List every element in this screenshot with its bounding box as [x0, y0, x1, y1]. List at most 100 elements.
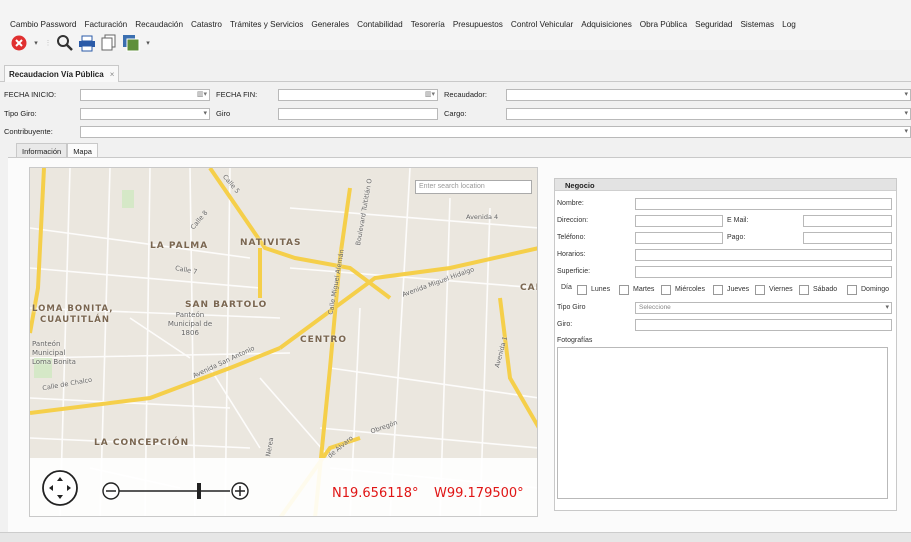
save-dropdown-caret[interactable]: ▾ [144, 39, 152, 47]
email-label: E Mail: [727, 217, 749, 224]
day-label-miercoles: Miércoles [675, 286, 705, 293]
contribuyente-select[interactable] [80, 126, 911, 138]
telefono-field[interactable] [635, 232, 723, 244]
checkbox-sabado[interactable] [799, 285, 809, 295]
pago-label: Pago: [727, 234, 746, 241]
fotografias-label: Fotografías [557, 337, 593, 344]
nombre-label: Nombre: [557, 200, 584, 207]
map-label-la-concepcion: LA CONCEPCIÓN [94, 438, 190, 448]
save-icon[interactable] [122, 34, 140, 52]
calendar-dropdown-icon[interactable]: ▥▾ [425, 90, 435, 100]
tab-label: Recaudacion Vía Pública [9, 70, 104, 79]
fecha-inicio-field[interactable]: ▥▾ [80, 89, 210, 101]
menubar: Cambio Password Facturación Recaudación … [0, 0, 911, 52]
zoom-slider-handle[interactable] [197, 483, 201, 499]
direccion-field[interactable] [635, 215, 723, 227]
map-label-cuautitlan: CUAUTITLÁN [40, 315, 110, 325]
checkbox-lunes[interactable] [577, 285, 587, 295]
email-field[interactable] [803, 215, 892, 227]
negocio-title: Negocio [555, 179, 896, 191]
pan-control[interactable] [42, 470, 78, 506]
giro-field[interactable] [278, 108, 438, 120]
menu-sistemas[interactable]: Sistemas [740, 20, 774, 29]
fecha-fin-label: FECHA FIN: [216, 90, 258, 99]
zoom-out-icon[interactable] [102, 482, 120, 500]
filter-form: FECHA INICIO: ▥▾ FECHA FIN: ▥▾ Recaudado… [0, 88, 911, 140]
toolbar: ▾ ⋮ ▾ [10, 34, 152, 52]
day-label-martes: Martes [633, 286, 655, 293]
tab-informacion[interactable]: Información [16, 143, 68, 157]
map-label-panteon-loma: Panteón Municipal Loma Bonita [32, 340, 76, 366]
menu-cambio-password[interactable]: Cambio Password [10, 20, 76, 29]
menu-seguridad[interactable]: Seguridad [695, 20, 732, 29]
map-label-loma-bonita: LOMA BONITA, [32, 304, 114, 314]
menu-control-vehicular[interactable]: Control Vehicular [511, 20, 573, 29]
recaudador-label: Recaudador: [444, 90, 487, 99]
checkbox-domingo[interactable] [847, 285, 857, 295]
menu-log[interactable]: Log [782, 20, 796, 29]
menu-tramites[interactable]: Trámites y Servicios [230, 20, 303, 29]
map-search-input[interactable]: Enter search location [415, 180, 532, 194]
recaudador-select[interactable] [506, 89, 911, 101]
horarios-field[interactable] [635, 249, 892, 261]
zoom-in-icon[interactable] [231, 482, 249, 500]
day-label-lunes: Lunes [591, 286, 611, 293]
copy-icon[interactable] [100, 34, 118, 52]
tab-recaudacion-via-publica[interactable]: Recaudacion Vía Pública × [4, 65, 120, 82]
tab-close-icon[interactable]: × [110, 70, 115, 82]
pago-field[interactable] [803, 232, 892, 244]
menu-presupuestos[interactable]: Presupuestos [453, 20, 503, 29]
menu-contabilidad[interactable]: Contabilidad [357, 20, 403, 29]
menu-recaudacion[interactable]: Recaudación [135, 20, 183, 29]
map-label-nativitas: NATIVITAS [240, 238, 302, 248]
menu-tesoreria[interactable]: Tesorería [411, 20, 445, 29]
menu-adquisiciones[interactable]: Adquisiciones [581, 20, 632, 29]
cargo-label: Cargo: [444, 109, 467, 118]
coordinate-longitude: W99.179500° [434, 486, 524, 501]
map-label-centro: CENTRO [300, 335, 348, 345]
day-label-sabado: Sábado [813, 286, 838, 293]
checkbox-jueves[interactable] [713, 285, 723, 295]
tipo-giro-select[interactable] [80, 108, 210, 120]
nombre-field[interactable] [635, 198, 892, 210]
checkbox-viernes[interactable] [755, 285, 765, 295]
search-icon[interactable] [56, 34, 74, 52]
calendar-dropdown-icon[interactable]: ▥▾ [197, 90, 207, 100]
close-icon[interactable] [10, 34, 28, 52]
dia-label: Día [561, 284, 572, 291]
toolbar-separator: ⋮ [44, 40, 52, 47]
menu-generales[interactable]: Generales [311, 20, 349, 29]
map-label-san-bartolo: SAN BARTOLO [185, 300, 268, 310]
giro-negocio-label: Giro: [557, 321, 573, 328]
print-icon[interactable] [78, 34, 96, 52]
tab-mapa[interactable]: Mapa [67, 143, 98, 157]
menu-catastro[interactable]: Catastro [191, 20, 222, 29]
cargo-select[interactable] [506, 108, 911, 120]
menu-facturacion[interactable]: Facturación [84, 20, 127, 29]
fecha-fin-field[interactable]: ▥▾ [278, 89, 438, 101]
giro-negocio-field[interactable] [635, 319, 892, 331]
superficie-field[interactable] [635, 266, 892, 278]
tipo-giro-negocio-select[interactable]: Seleccione [635, 302, 892, 314]
direccion-label: Direccion: [557, 217, 589, 224]
contribuyente-label: Contribuyente: [4, 127, 53, 136]
fotografias-area[interactable] [557, 347, 888, 499]
map-label-la-palma: LA PALMA [150, 241, 209, 251]
horarios-label: Horarios: [557, 251, 586, 258]
map-view[interactable]: Enter search location LA PALMA NATIVITAS… [29, 167, 538, 517]
coordinate-latitude: N19.656118° [332, 486, 419, 501]
day-label-domingo: Domingo [861, 286, 890, 293]
checkbox-miercoles[interactable] [661, 285, 671, 295]
close-dropdown-caret[interactable]: ▾ [32, 39, 40, 47]
subtabs: Información Mapa [16, 143, 98, 157]
giro-label: Giro [216, 109, 231, 118]
checkbox-martes[interactable] [619, 285, 629, 295]
tipo-giro-label: Tipo Giro: [4, 109, 37, 118]
superficie-label: Superficie: [557, 268, 591, 275]
document-tabstrip: Recaudacion Vía Pública × [0, 65, 911, 82]
map-label-panteon-1806: Panteón Municipal de 1806 [167, 311, 213, 337]
day-label-jueves: Jueves [727, 286, 750, 293]
street-avenida-4: Avenida 4 [466, 213, 499, 221]
menu-items: Cambio Password Facturación Recaudación … [10, 20, 796, 29]
menu-obra-publica[interactable]: Obra Pública [640, 20, 687, 29]
